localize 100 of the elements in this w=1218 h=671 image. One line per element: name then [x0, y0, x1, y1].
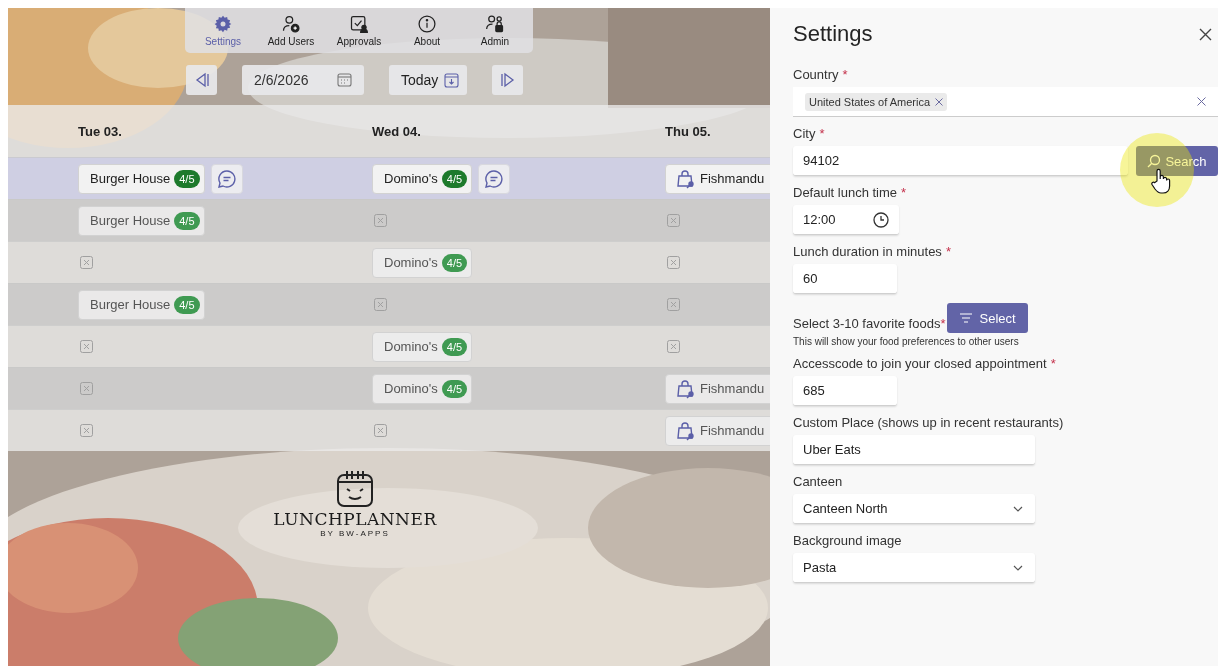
gear-icon [213, 14, 233, 34]
vote-count-badge: 4/5 [441, 337, 468, 356]
logo-wordmark: LUNCHPLANNER [273, 509, 437, 529]
chat-button[interactable] [478, 163, 511, 194]
vote-count-badge: 4/5 [174, 211, 200, 230]
date-field[interactable]: 2/6/2026 [242, 65, 364, 95]
no-entry-icon [80, 256, 93, 269]
chat-icon [484, 168, 505, 189]
today-button[interactable]: Today [389, 65, 468, 95]
chat-button[interactable] [210, 163, 243, 194]
select-button[interactable]: Select [947, 303, 1028, 333]
required-mark: * [819, 126, 825, 141]
restaurant-button[interactable]: Fishmandu [665, 415, 770, 446]
text-field[interactable]: Uber Eats [793, 435, 1035, 465]
no-entry-icon [667, 340, 680, 353]
required-mark: * [940, 316, 946, 331]
no-entry-icon [374, 424, 387, 437]
chevron-down-icon [1013, 505, 1023, 512]
column-header: Tue 03. [78, 123, 122, 139]
field-label: Lunch duration in minutes [793, 244, 942, 259]
toolbar-button[interactable]: Admin [463, 12, 527, 49]
no-entry-icon [80, 424, 93, 437]
no-entry-icon [667, 298, 680, 311]
required-mark: * [1050, 356, 1056, 371]
panel-title: Settings [793, 21, 873, 47]
schedule-row[interactable]: Domino's 4/5 [8, 325, 770, 367]
info-icon [417, 14, 437, 34]
toolbar-button[interactable]: Settings [191, 12, 255, 49]
close-icon [1199, 27, 1212, 41]
dropdown[interactable]: Canteen North [793, 494, 1035, 524]
no-entry-icon [667, 214, 680, 227]
restaurant-button[interactable]: Burger House 4/5 [78, 205, 205, 236]
person-lock-icon [485, 14, 505, 34]
required-mark: * [901, 185, 907, 200]
no-entry-icon [80, 382, 93, 395]
field-label: Country [793, 67, 839, 82]
previous-button[interactable] [186, 65, 217, 95]
schedule-row[interactable]: Burger House 4/5 Domino's 4/5 Fishmandu [8, 157, 770, 199]
no-entry-icon [374, 298, 387, 311]
field-label: Select 3-10 favorite foods [793, 316, 941, 331]
clock-icon [873, 211, 889, 228]
no-entry-icon [80, 340, 93, 353]
chat-icon [216, 168, 237, 189]
logo-tagline: BY BW-APPS [320, 529, 390, 538]
no-entry-icon [374, 214, 387, 227]
bag-icon [676, 168, 696, 189]
checkbox-person-icon [349, 14, 369, 34]
schedule-row[interactable]: Fishmandu [8, 409, 770, 451]
next-button[interactable] [492, 65, 524, 95]
restaurant-button[interactable]: Burger House 4/5 [78, 289, 205, 320]
next-icon [499, 72, 516, 88]
toolbar-button[interactable]: About [395, 12, 459, 49]
restaurant-button[interactable]: Burger House 4/5 [78, 163, 205, 194]
country-field[interactable]: United States of America [793, 87, 1218, 117]
dropdown[interactable]: Pasta [793, 553, 1035, 583]
time-field[interactable]: 12:00 [793, 205, 899, 235]
city-field[interactable]: 94102 [793, 146, 1128, 176]
remove-icon[interactable] [935, 97, 944, 106]
no-entry-icon [667, 256, 680, 269]
restaurant-button[interactable]: Domino's 4/5 [372, 163, 473, 194]
field-label: Accesscode to join your closed appointment [793, 356, 1047, 371]
schedule-row[interactable]: Burger House 4/5 [8, 199, 770, 241]
filter-icon [959, 313, 974, 323]
restaurant-button[interactable]: Fishmandu [665, 163, 770, 194]
vote-count-badge: 4/5 [441, 169, 468, 188]
text-field[interactable]: 685 [793, 376, 897, 406]
person-add-icon [281, 14, 301, 34]
field-label: City [793, 126, 816, 141]
vote-count-badge: 4/5 [174, 295, 200, 314]
restaurant-button[interactable]: Domino's 4/5 [372, 373, 473, 404]
column-header: Wed 04. [372, 123, 421, 139]
restaurant-button[interactable]: Domino's 4/5 [372, 331, 473, 362]
required-mark: * [842, 67, 848, 82]
clear-icon[interactable] [1197, 97, 1206, 106]
schedule-row[interactable]: Domino's 4/5 [8, 241, 770, 283]
toolbar-button[interactable]: Add Users [259, 12, 323, 49]
bag-icon [676, 378, 696, 399]
schedule-row[interactable]: Burger House 4/5 [8, 283, 770, 325]
field-label: Custom Place (shows up in recent restaurants) [793, 415, 1064, 430]
column-header: Thu 05. [665, 123, 711, 139]
restaurant-button[interactable]: Fishmandu [665, 373, 770, 404]
vote-count-badge: 4/5 [441, 379, 468, 398]
field-label: Background image [793, 533, 902, 548]
chevron-down-icon [1013, 564, 1023, 571]
search-icon [1147, 154, 1162, 168]
hand-cursor-icon [1151, 168, 1171, 194]
vote-count-badge: 4/5 [174, 169, 200, 188]
country-tag: United States of America [805, 92, 948, 111]
toolbar-button[interactable]: Approvals [327, 12, 391, 49]
field-label: Default lunch time [793, 185, 898, 200]
bag-icon [676, 420, 696, 441]
required-mark: * [945, 244, 951, 259]
text-field[interactable]: 60 [793, 264, 897, 294]
restaurant-button[interactable]: Domino's 4/5 [372, 247, 473, 278]
hint-text: This will show your food preferences to other users [793, 336, 1019, 347]
vote-count-badge: 4/5 [441, 253, 468, 272]
schedule-row[interactable]: Domino's 4/5 Fishmandu [8, 367, 770, 409]
calendar-today-icon [444, 72, 460, 88]
calendar-face-icon [335, 469, 375, 509]
calendar-icon [337, 73, 352, 87]
